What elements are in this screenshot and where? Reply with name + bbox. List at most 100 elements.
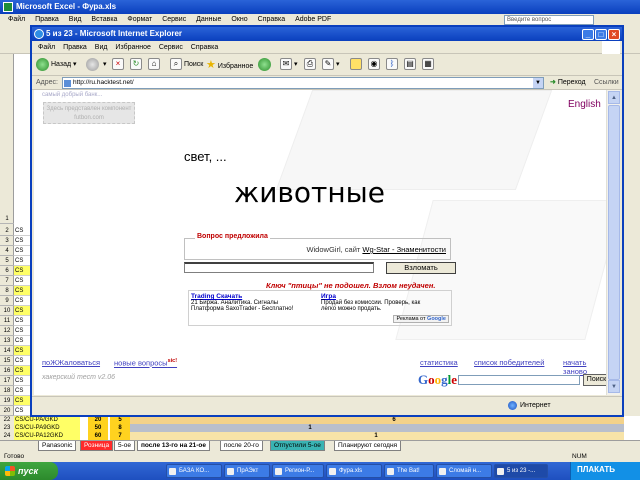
forward-button[interactable]: ▾ (86, 57, 106, 73)
row-value-1[interactable]: 60 (88, 432, 108, 440)
excel-menu-adobe-pdf[interactable]: Adobe PDF (295, 16, 331, 23)
excel-row-number[interactable]: 19 (0, 396, 14, 406)
excel-cell[interactable]: CS (14, 386, 30, 396)
menu-favorites[interactable]: Избранное (115, 44, 150, 51)
research-button[interactable]: ▦ (422, 57, 434, 73)
taskbar-item[interactable]: БАЗА КО... (166, 464, 222, 478)
sheet-tab-panasonic[interactable]: Panasonic (38, 441, 77, 451)
stop-button[interactable]: × (112, 57, 124, 73)
sheet-tab-planned-today[interactable]: Планируют сегодня (334, 441, 402, 451)
excel-row-22[interactable]: 22 CS/CU-PA/GKD 20 5 6 (0, 416, 640, 424)
print-button[interactable]: ⎙ (304, 57, 316, 73)
winners-link[interactable]: список победителей (474, 358, 544, 367)
excel-row-number[interactable]: 10 (0, 306, 14, 316)
row-value-2[interactable]: 7 (110, 432, 130, 440)
excel-cell[interactable]: CS (14, 266, 30, 276)
ghost-banner[interactable]: Здесь представлен компонент futbon.com (43, 102, 135, 124)
excel-cell[interactable]: CS (14, 406, 30, 416)
taskbar-item[interactable]: Фура.xls (326, 464, 382, 478)
excel-row-number[interactable]: 7 (0, 276, 14, 286)
minimize-icon[interactable]: _ (582, 29, 594, 40)
go-button[interactable]: ➜ Переход (550, 76, 586, 90)
tool-button[interactable]: ▤ (404, 57, 416, 73)
address-input[interactable]: http://ru.hacktest.net/ ▼ (62, 77, 544, 89)
ads-by-google-badge[interactable]: Реклама от Google (393, 315, 449, 323)
scroll-down-icon[interactable]: ▼ (608, 380, 620, 393)
excel-row-number[interactable]: 4 (0, 246, 14, 256)
links-toolbar[interactable]: Ссылки (594, 76, 619, 90)
close-icon[interactable]: × (608, 29, 620, 40)
excel-row-number[interactable]: 9 (0, 296, 14, 306)
excel-row-24[interactable]: 24 CS/CU-PA12GKD 60 7 1 (0, 432, 640, 440)
excel-menu-view[interactable]: Вид (69, 16, 82, 23)
excel-cell[interactable]: CS (14, 256, 30, 266)
maximize-icon[interactable]: □ (595, 29, 607, 40)
edit-button[interactable]: ✎ ▾ (322, 57, 339, 73)
sheet-tab-after-20[interactable]: после 20-го (220, 441, 263, 451)
excel-menu-format[interactable]: Формат (127, 16, 152, 23)
english-link[interactable]: English (568, 99, 601, 110)
row-value-3[interactable]: 1 (300, 424, 320, 432)
row-value-3[interactable]: 6 (376, 416, 412, 424)
row-label[interactable]: CS/CU-PA/GKD (14, 416, 80, 424)
excel-cell[interactable]: CS (14, 236, 30, 246)
chevron-down-icon[interactable]: ▼ (533, 78, 543, 88)
row-label[interactable]: CS/CU-PA9GKD (14, 424, 80, 432)
excel-row-number[interactable]: 3 (0, 236, 14, 246)
sheet-tab-retail[interactable]: Розница (80, 441, 114, 451)
excel-cell[interactable]: CS (14, 356, 30, 366)
taskbar-item[interactable]: ПрАЭкт (224, 464, 270, 478)
excel-row-number[interactable]: 15 (0, 356, 14, 366)
search-button[interactable]: ⌕ Поиск (170, 57, 203, 73)
excel-menu-insert[interactable]: Вставка (91, 16, 117, 23)
discuss-button[interactable] (350, 57, 362, 73)
excel-row-number[interactable]: 12 (0, 326, 14, 336)
excel-row-23[interactable]: 23 CS/CU-PA9GKD 50 8 1 (0, 424, 640, 432)
excel-row-number[interactable]: 2 (0, 226, 14, 236)
media-button[interactable] (258, 57, 273, 73)
excel-menu-file[interactable]: Файл (8, 16, 25, 23)
ad-title[interactable]: Игра (321, 293, 447, 300)
ad-title[interactable]: Trading Скачать (191, 293, 317, 300)
scroll-up-icon[interactable]: ▲ (608, 91, 620, 104)
excel-cell[interactable]: CS (14, 306, 30, 316)
new-questions-link[interactable]: новые вопросыsic! (114, 358, 177, 368)
excel-menu-tools[interactable]: Сервис (162, 16, 186, 23)
excel-cell[interactable]: CS (14, 296, 30, 306)
back-button[interactable]: Назад ▾ (36, 57, 77, 73)
excel-row-number[interactable]: 16 (0, 366, 14, 376)
ad-item[interactable]: Trading Скачать 21 Биржа. Аналитика. Сиг… (191, 293, 317, 312)
browser-title-bar[interactable]: 5 из 23 - Microsoft Internet Explorer _ □… (32, 27, 622, 41)
taskbar-item[interactable]: Регион-Р... (272, 464, 324, 478)
excel-menu-help[interactable]: Справка (258, 16, 285, 23)
excel-cell[interactable]: CS (14, 276, 30, 286)
menu-tools[interactable]: Сервис (159, 44, 183, 51)
vertical-scrollbar[interactable]: ▲ ▼ (606, 90, 620, 395)
row-label[interactable]: CS/CU-PA12GKD (14, 432, 80, 440)
excel-cell[interactable]: CS (14, 246, 30, 256)
row-value-2[interactable]: 8 (110, 424, 130, 432)
excel-menu-data[interactable]: Данные (196, 16, 221, 23)
sheet-tab-5th[interactable]: 5-ое (114, 441, 136, 451)
google-search-button[interactable]: Поиск (583, 374, 606, 386)
mail-button[interactable]: ✉ ▾ (280, 57, 297, 73)
answer-input[interactable] (184, 262, 374, 273)
ad-item[interactable]: Игра Продай без комиссии. Проверь, как л… (321, 293, 447, 312)
excel-row-number[interactable]: 8 (0, 286, 14, 296)
excel-cell[interactable]: CS (14, 226, 30, 236)
excel-menu-window[interactable]: Окно (231, 16, 247, 23)
excel-cell[interactable]: CS (14, 346, 30, 356)
row-value-3[interactable]: 1 (366, 432, 386, 440)
excel-cell[interactable]: CS (14, 336, 30, 346)
excel-row-number[interactable]: 11 (0, 316, 14, 326)
taskbar-item-active[interactable]: 5 из 23 -... (494, 464, 548, 478)
question-site-link[interactable]: Wg-Star - Знаменитости (362, 245, 446, 254)
excel-row-number[interactable]: 5 (0, 256, 14, 266)
taskbar-item[interactable]: The Bat! (384, 464, 434, 478)
excel-help-input[interactable]: Введите вопрос (504, 15, 594, 25)
ghost-link[interactable]: самый добрый банк... (42, 92, 102, 98)
excel-row-number[interactable]: 17 (0, 376, 14, 386)
favorites-button[interactable]: ★ Избранное (206, 57, 253, 73)
bluetooth-button[interactable]: ᛒ (386, 57, 398, 73)
complain-link[interactable]: поЖЖаловаться (42, 358, 100, 367)
